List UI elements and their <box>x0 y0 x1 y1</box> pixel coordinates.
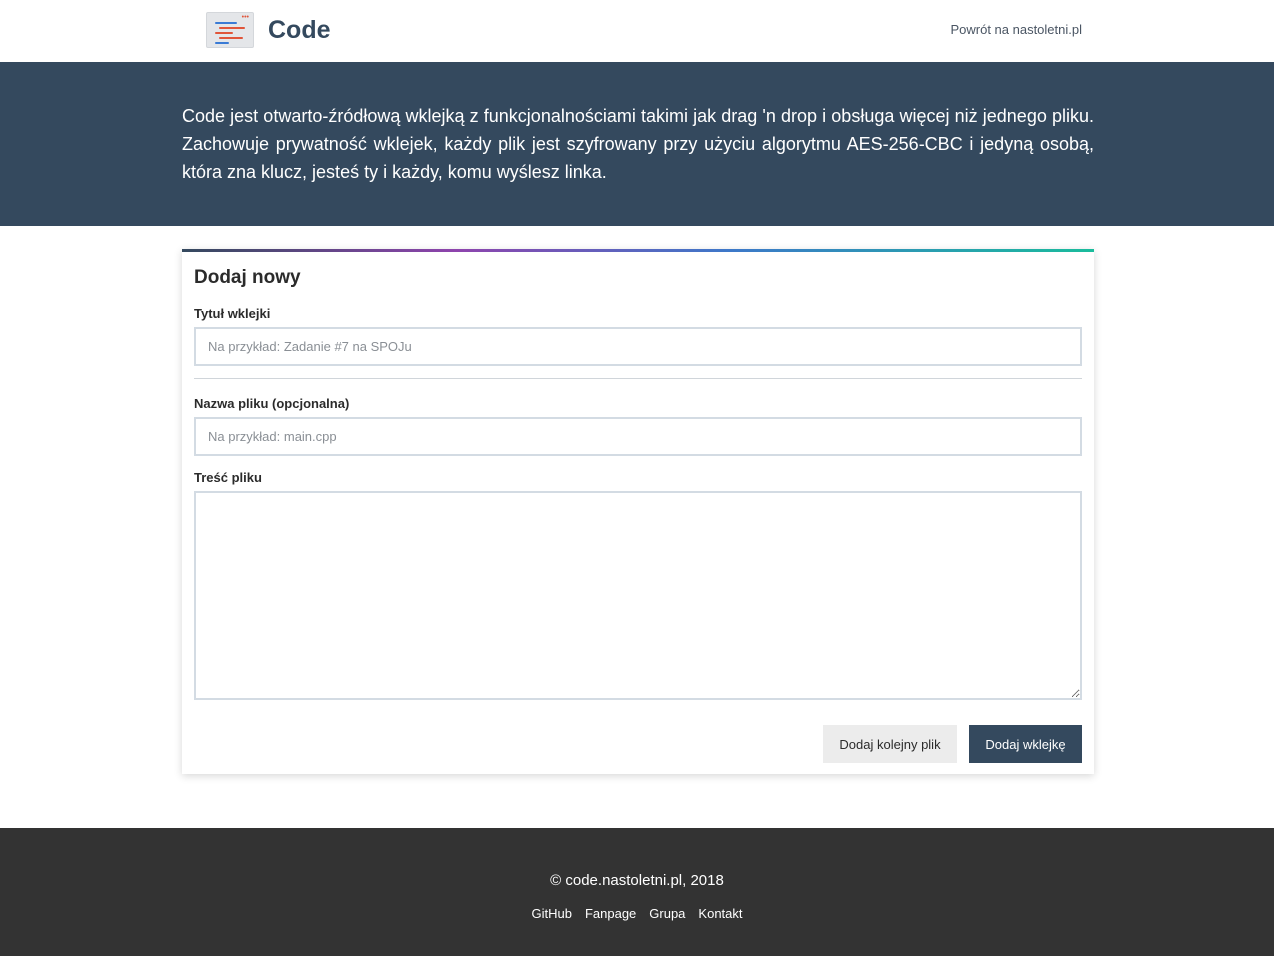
top-navbar: ••• Code Powrót na nastoletni.pl <box>0 0 1274 62</box>
paste-title-label: Tytuł wklejki <box>194 306 271 321</box>
add-another-file-button[interactable]: Dodaj kolejny plik <box>823 725 957 763</box>
file-name-input[interactable] <box>194 417 1082 456</box>
page-footer: © code.nastoletni.pl, 2018 GitHub Fanpag… <box>0 828 1274 956</box>
footer-links: GitHub Fanpage Grupa Kontakt <box>0 906 1274 921</box>
footer-link-grupa[interactable]: Grupa <box>649 906 685 921</box>
footer-link-kontakt[interactable]: Kontakt <box>698 906 742 921</box>
brand-link[interactable]: ••• Code <box>206 12 331 48</box>
hero-banner: Code jest otwarto-źródłową wklejką z fun… <box>0 62 1274 226</box>
file-name-label: Nazwa pliku (opcjonalna) <box>194 396 350 411</box>
new-paste-card: Dodaj nowy Tytuł wklejki Nazwa pliku (op… <box>182 249 1094 774</box>
submit-paste-button[interactable]: Dodaj wklejkę <box>969 725 1082 763</box>
card-title: Dodaj nowy <box>194 267 301 288</box>
footer-link-fanpage[interactable]: Fanpage <box>585 906 636 921</box>
brand-name: Code <box>268 15 331 44</box>
copyright-text: © code.nastoletni.pl, 2018 <box>550 872 724 889</box>
file-content-label: Treść pliku <box>194 470 262 485</box>
card-accent-line <box>182 249 1094 252</box>
file-content-textarea[interactable] <box>194 491 1082 700</box>
footer-link-github[interactable]: GitHub <box>531 906 571 921</box>
hero-description: Code jest otwarto-źródłową wklejką z fun… <box>182 106 1094 182</box>
back-to-nastoletni-link[interactable]: Powrót na nastoletni.pl <box>950 22 1082 37</box>
code-logo-icon: ••• <box>206 12 254 48</box>
form-divider <box>194 378 1082 379</box>
paste-title-input[interactable] <box>194 327 1082 366</box>
